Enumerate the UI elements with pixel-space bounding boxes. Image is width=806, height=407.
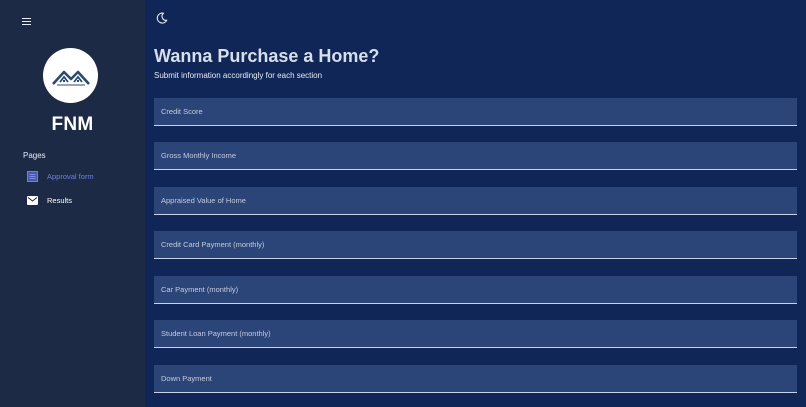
sidebar-item-label: Results [47,195,73,205]
hamburger-menu-icon[interactable] [22,17,32,27]
gross-monthly-income-input[interactable] [154,142,797,169]
gross-monthly-income-field[interactable] [154,142,797,170]
credit-card-payment-input[interactable] [154,231,797,258]
form-icon [27,170,38,182]
down-payment-field[interactable] [154,365,797,393]
credit-score-input[interactable] [154,98,797,125]
student-loan-payment-input[interactable] [154,320,797,347]
credit-card-payment-field[interactable] [154,231,797,259]
credit-score-field[interactable] [154,98,797,126]
down-payment-input[interactable] [154,365,797,392]
moon-icon[interactable] [156,11,168,24]
car-payment-field[interactable] [154,276,797,304]
appraised-value-field[interactable] [154,187,797,215]
car-payment-input[interactable] [154,276,797,303]
pages-section-label: Pages [23,151,46,160]
appraised-value-input[interactable] [154,187,797,214]
mail-icon [27,195,38,206]
brand-name: FNM [51,114,94,135]
sidebar: FNM Pages Approval form Results [0,0,145,407]
logo [43,48,98,103]
sidebar-item-approval-form[interactable]: Approval form [27,169,94,183]
house-logo-icon [51,70,90,85]
page-subtitle: Submit information accordingly for each … [154,71,323,80]
page-title: Wanna Purchase a Home? [154,46,380,66]
sidebar-item-results[interactable]: Results [27,193,72,207]
student-loan-payment-field[interactable] [154,320,797,348]
sidebar-item-label: Approval form [47,171,94,181]
